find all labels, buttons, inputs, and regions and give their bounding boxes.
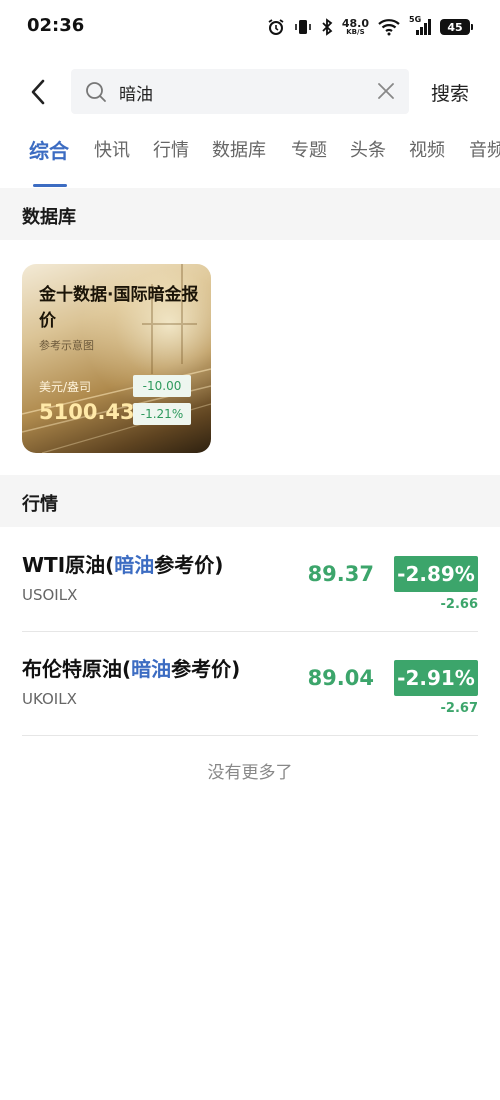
no-more-text: 没有更多了 [207, 763, 293, 783]
card-subtitle: 参考示意图 [39, 339, 94, 352]
card-change-pct-badge: -1.21% [133, 403, 191, 425]
card-change-badge: -10.00 [133, 375, 191, 397]
tab-active-indicator [33, 184, 67, 187]
quote-change: -2.67 [440, 701, 478, 716]
tab-market[interactable]: 行情 [153, 136, 189, 162]
search-input[interactable] [119, 80, 359, 104]
cell-signal-icon: 5G [409, 15, 431, 36]
close-icon[interactable] [377, 82, 395, 100]
row-divider [22, 735, 478, 736]
quote-row[interactable]: WTI原油(暗油参考价) USOILX 89.37 -2.89% -2.66 [22, 528, 478, 632]
section-header-database: 数据库 [0, 188, 500, 240]
vibrate-icon [294, 18, 312, 36]
tab-comprehensive[interactable]: 综合 [29, 136, 69, 164]
section-title: 行情 [22, 494, 58, 515]
quote-name-prefix: 布伦特原油( [22, 657, 132, 681]
quote-code: USOILX [22, 586, 78, 604]
tab-bar: 综合 快讯 行情 数据库 专题 头条 视频 音频 [0, 136, 500, 188]
quote-code: UKOILX [22, 690, 77, 708]
quote-name-suffix: 参考价) [154, 553, 224, 577]
quote-name-prefix: WTI原油( [22, 553, 115, 577]
quote-change-pct-badge[interactable]: -2.91% [394, 660, 478, 696]
status-bar: 02:36 48.0 KB/S 5G 45 [0, 0, 500, 54]
quote-row[interactable]: 布伦特原油(暗油参考价) UKOILX 89.04 -2.91% -2.67 [22, 632, 478, 736]
tab-headlines[interactable]: 头条 [350, 136, 386, 162]
card-title: 金十数据·国际暗金报价 [39, 285, 199, 331]
card-unit: 美元/盎司 [39, 380, 92, 394]
quote-change-pct-badge[interactable]: -2.89% [394, 556, 478, 592]
status-icons: 48.0 KB/S 5G 45 [267, 15, 473, 38]
quote-price: 89.37 [307, 562, 374, 586]
quote-name: 布伦特原油(暗油参考价) [22, 653, 240, 682]
tab-audio[interactable]: 音频 [469, 136, 500, 162]
search-box[interactable] [71, 69, 409, 114]
alarm-icon [267, 18, 285, 36]
section-header-market: 行情 [0, 475, 500, 527]
wifi-icon [378, 18, 400, 36]
quote-name-highlight: 暗油 [131, 657, 172, 681]
quote-name-suffix: 参考价) [171, 657, 241, 681]
tab-video[interactable]: 视频 [409, 136, 445, 162]
chevron-left-icon [31, 79, 45, 105]
search-button[interactable]: 搜索 [431, 79, 469, 106]
quote-name-highlight: 暗油 [114, 553, 155, 577]
card-price-value: 5100.43 [39, 400, 135, 424]
bluetooth-icon [321, 18, 333, 36]
section-title: 数据库 [22, 207, 76, 228]
back-button[interactable] [24, 76, 52, 108]
search-icon [86, 82, 106, 102]
tab-flash[interactable]: 快讯 [94, 136, 130, 162]
net-speed-unit: KB/S [346, 28, 365, 36]
signal-label: 5G [409, 15, 422, 24]
quote-name: WTI原油(暗油参考价) [22, 549, 223, 578]
data-card-dark-gold-price[interactable]: 金十数据·国际暗金报价 参考示意图 美元/盎司 5100.43 -10.00 -… [22, 264, 211, 453]
quote-change: -2.66 [440, 597, 478, 612]
battery-level: 45 [447, 20, 463, 34]
battery-icon: 45 [440, 19, 473, 35]
status-time: 02:36 [27, 15, 85, 36]
tab-database[interactable]: 数据库 [212, 136, 266, 162]
net-speed: 48.0 KB/S [342, 18, 369, 36]
tab-topics[interactable]: 专题 [291, 136, 327, 162]
quote-price: 89.04 [307, 666, 374, 690]
